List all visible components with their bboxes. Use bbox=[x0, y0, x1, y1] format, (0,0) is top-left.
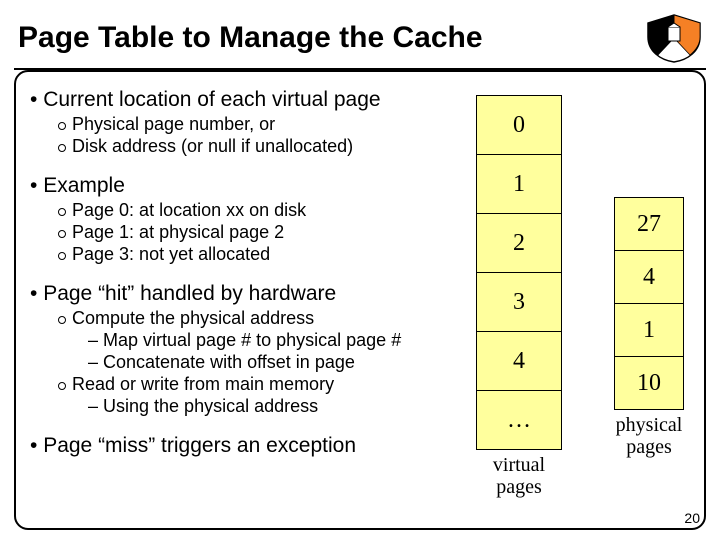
slide: Page Table to Manage the Cache Current l… bbox=[0, 0, 720, 540]
bullet-l2: Compute the physical address bbox=[58, 308, 460, 329]
bullet-l2: Page 3: not yet allocated bbox=[58, 244, 460, 265]
slide-title: Page Table to Manage the Cache bbox=[18, 21, 483, 55]
bullet-l3: Using the physical address bbox=[88, 396, 460, 417]
physical-page-cell: 27 bbox=[614, 197, 684, 251]
bullet-l2: Disk address (or null if unallocated) bbox=[58, 136, 460, 157]
bullet-l2: Page 1: at physical page 2 bbox=[58, 222, 460, 243]
label-text: pages bbox=[496, 476, 542, 498]
bullet-l1: Page “miss” triggers an exception bbox=[30, 434, 460, 458]
virtual-page-cell: 1 bbox=[476, 154, 562, 214]
label-text: pages bbox=[626, 436, 672, 458]
physical-pages-label: physical pages bbox=[614, 414, 684, 458]
physical-pages-table: 27 4 1 10 physical pages bbox=[614, 198, 684, 458]
princeton-crest-icon bbox=[646, 13, 702, 63]
bullet-l2: Physical page number, or bbox=[58, 114, 460, 135]
virtual-page-cell: … bbox=[476, 390, 562, 450]
physical-page-cell: 4 bbox=[614, 250, 684, 304]
bullet-l3: Map virtual page # to physical page # bbox=[88, 330, 460, 351]
physical-page-cell: 10 bbox=[614, 356, 684, 410]
virtual-page-cell: 4 bbox=[476, 331, 562, 391]
label-text: physical bbox=[616, 414, 683, 436]
bullet-l2: Page 0: at location xx on disk bbox=[58, 200, 460, 221]
title-bar: Page Table to Manage the Cache bbox=[14, 8, 706, 70]
page-number: 20 bbox=[684, 510, 700, 526]
bullet-l1: Current location of each virtual page bbox=[30, 88, 460, 112]
bullet-l3: Concatenate with offset in page bbox=[88, 352, 460, 373]
bullet-l1: Page “hit” handled by hardware bbox=[30, 282, 460, 306]
label-text: virtual bbox=[493, 454, 545, 476]
virtual-page-cell: 0 bbox=[476, 95, 562, 155]
virtual-pages-table: 0 1 2 3 4 … virtual pages bbox=[476, 96, 562, 498]
bullet-l2: Read or write from main memory bbox=[58, 374, 460, 395]
bullet-l1: Example bbox=[30, 174, 460, 198]
physical-page-cell: 1 bbox=[614, 303, 684, 357]
virtual-pages-label: virtual pages bbox=[476, 454, 562, 498]
virtual-page-cell: 3 bbox=[476, 272, 562, 332]
virtual-page-cell: 2 bbox=[476, 213, 562, 273]
bullet-content: Current location of each virtual page Ph… bbox=[30, 82, 460, 460]
